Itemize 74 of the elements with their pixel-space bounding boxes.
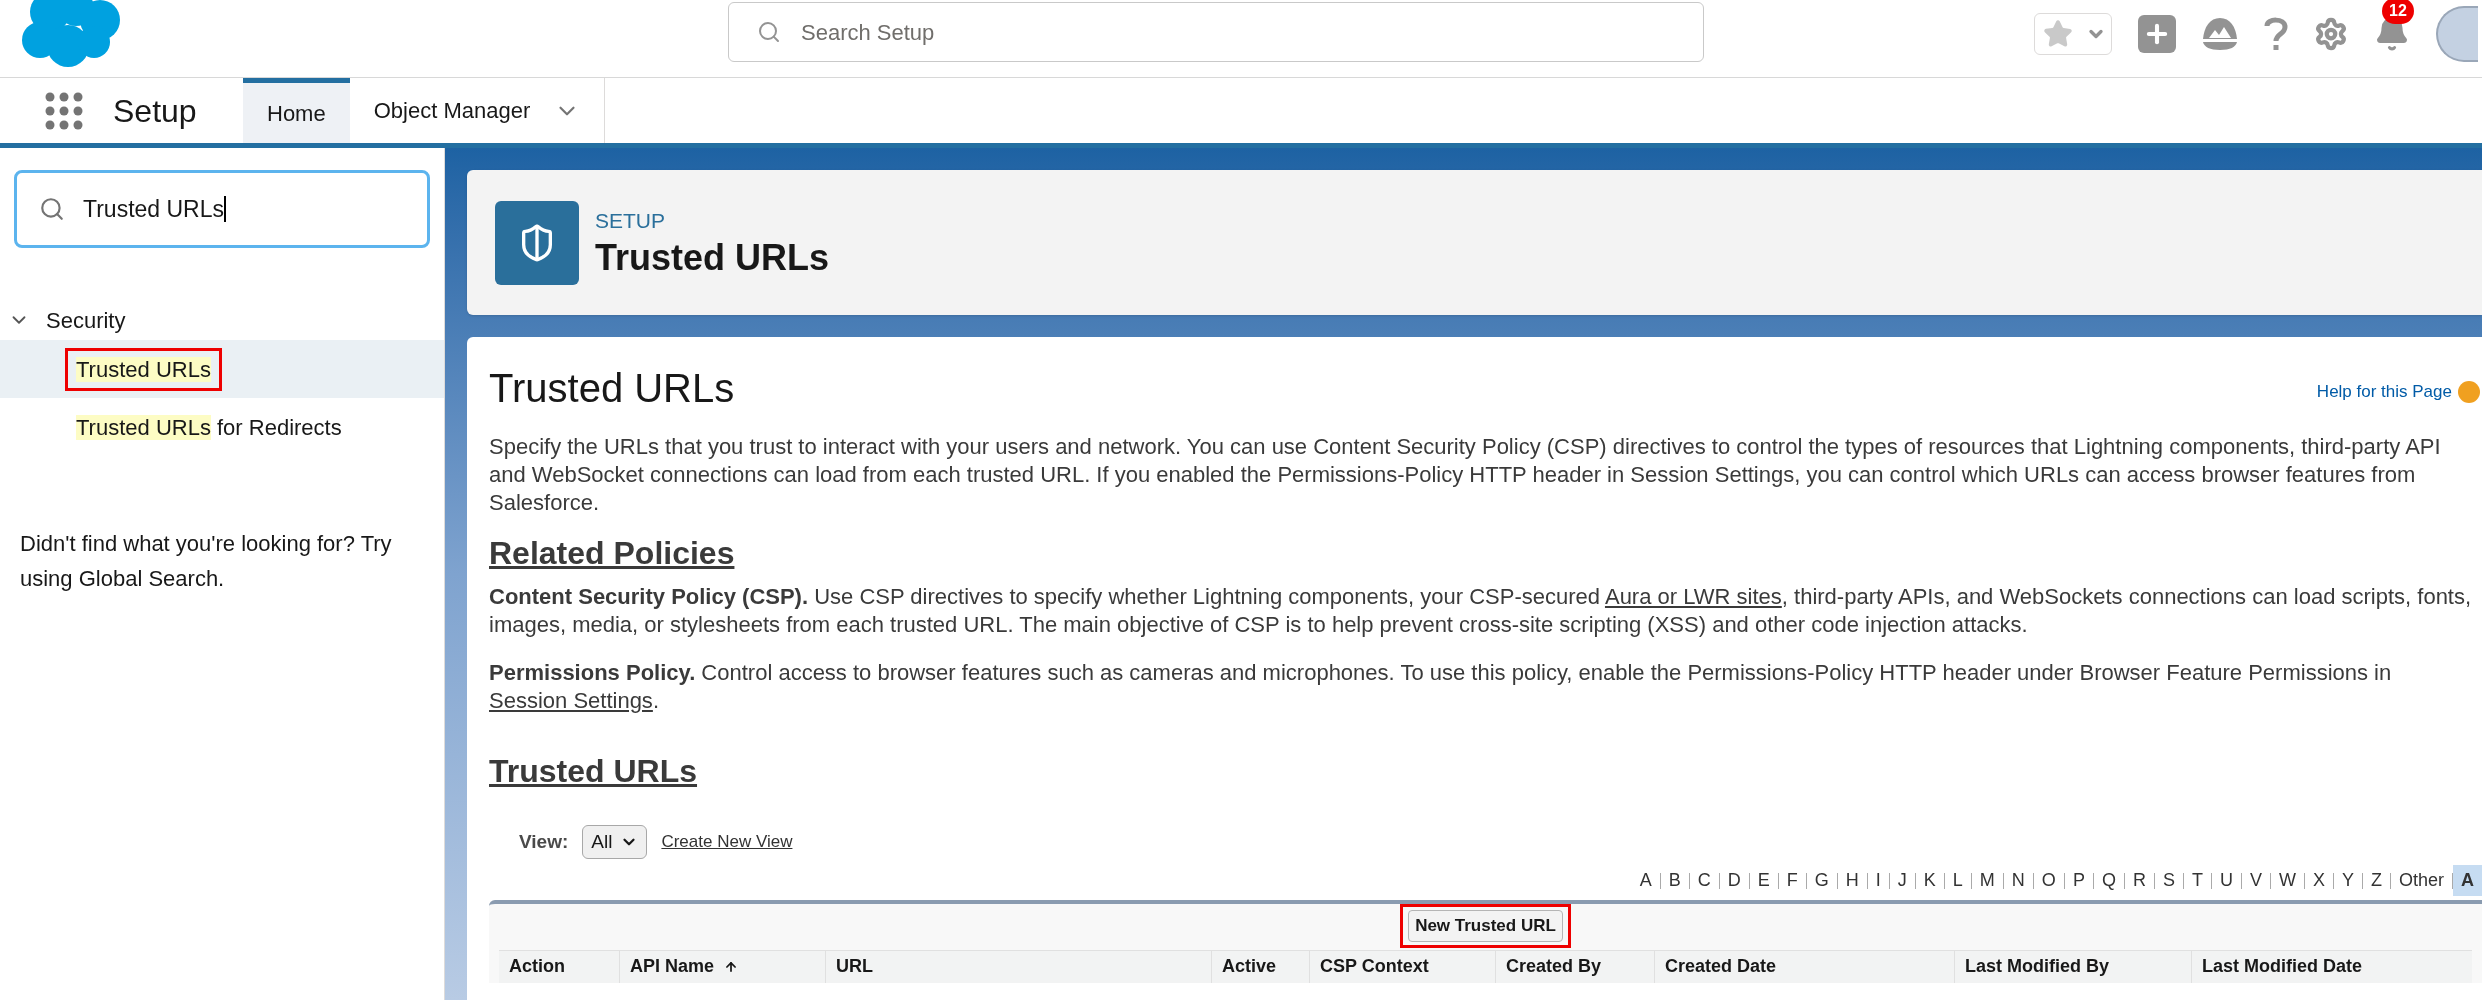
app-name: Setup: [113, 91, 197, 131]
letter-filter[interactable]: Y: [2333, 865, 2362, 896]
section-heading: Trusted URLs: [489, 752, 698, 791]
star-icon: [2043, 19, 2073, 49]
letter-filter[interactable]: E: [1749, 865, 1778, 896]
tree-item[interactable]: Trusted URLs for Redirects: [0, 398, 444, 456]
inline-link[interactable]: Session Settings: [489, 688, 653, 713]
app-launcher-icon[interactable]: [45, 91, 83, 130]
column-header[interactable]: API Name: [619, 950, 825, 983]
policy-paragraph: Content Security Policy (CSP). Use CSP directives to specify whether Lightning components, your CSP-secured Aura or LWR sites, third-party APIs, and WebSockets connections can load scripts, fonts, images, media, or stylesheets from each trusted URL. The main objective of CSP is to help prevent cross-site scripting (XSS) and other code injection attacks.: [489, 583, 2473, 639]
letter-filter[interactable]: A: [1631, 865, 1660, 896]
letter-filter[interactable]: P: [2064, 865, 2093, 896]
favorites-button[interactable]: [2034, 13, 2112, 55]
column-header[interactable]: Active: [1211, 950, 1309, 983]
view-label: View:: [519, 829, 569, 854]
letter-filter[interactable]: Z: [2362, 865, 2390, 896]
intro-paragraph: Specify the URLs that you trust to interact with your users and network. You can use Content Security Policy (CSP) directives to control the types of resources that Lightning components, third-party API and WebSocket connections can load from each trusted URL. If you enabled the Permissions-Policy HTTP header in Session Settings, you can control which URLs can access browser features from Salesforce.: [489, 433, 2442, 517]
letter-filter[interactable]: R: [2124, 865, 2154, 896]
letter-filter[interactable]: W: [2270, 865, 2304, 896]
letter-filter[interactable]: X: [2304, 865, 2333, 896]
letter-filter[interactable]: V: [2241, 865, 2270, 896]
letter-filter[interactable]: C: [1689, 865, 1719, 896]
letter-filter[interactable]: G: [1806, 865, 1837, 896]
policy-paragraph: Permissions Policy. Control access to browser features such as cameras and microphones. To use this policy, enable the Permissions-Policy HTTP header under Browser Feature Permissions in Session Settings.: [489, 659, 2393, 715]
letter-filter[interactable]: T: [2183, 865, 2211, 896]
page-title: Trusted URLs: [595, 236, 830, 281]
avatar[interactable]: [2436, 6, 2478, 62]
column-header[interactable]: CSP Context: [1309, 950, 1495, 983]
search-hint: Didn't find what you're looking for? Try using Global Search.: [19, 530, 393, 593]
letter-filter[interactable]: L: [1944, 865, 1971, 896]
letter-filter[interactable]: Q: [2093, 865, 2124, 896]
nav-tab[interactable]: Home: [243, 78, 350, 143]
search-icon: [39, 196, 65, 222]
quick-find-field[interactable]: Trusted URLs: [14, 170, 430, 248]
letter-filter[interactable]: D: [1719, 865, 1749, 896]
notification-badge: 12: [2382, 0, 2414, 24]
content-title: Trusted URLs: [489, 365, 735, 412]
inline-link[interactable]: Aura or LWR sites: [1604, 584, 1782, 609]
help-link[interactable]: Help for this Page: [2316, 379, 2452, 405]
letter-filter[interactable]: M: [1971, 865, 2003, 896]
help-icon[interactable]: [2458, 380, 2480, 403]
letter-filter[interactable]: I: [1867, 865, 1889, 896]
column-header[interactable]: Created By: [1495, 950, 1654, 983]
create-view-link[interactable]: Create New View: [661, 829, 793, 855]
letter-filter[interactable]: K: [1915, 865, 1944, 896]
letter-filter[interactable]: H: [1837, 865, 1867, 896]
plus-button[interactable]: [2138, 15, 2176, 53]
letter-filter[interactable]: N: [2003, 865, 2033, 896]
search-icon: [757, 20, 781, 44]
help-icon[interactable]: [2264, 16, 2288, 52]
column-header[interactable]: Created Date: [1654, 950, 1954, 983]
column-header[interactable]: Last Modified Date: [2191, 950, 2472, 983]
new-trusted-url-button[interactable]: New Trusted URL: [1408, 910, 1563, 942]
letter-filter[interactable]: S: [2154, 865, 2183, 896]
letter-filter[interactable]: J: [1889, 865, 1915, 896]
page-eyebrow: SETUP: [595, 207, 666, 234]
column-header[interactable]: URL: [825, 950, 1211, 983]
letter-filter[interactable]: U: [2211, 865, 2241, 896]
section-heading: Related Policies: [489, 534, 735, 573]
tree-item[interactable]: Trusted URLs: [0, 340, 444, 398]
letter-filter[interactable]: B: [1660, 865, 1689, 896]
shield-icon: [495, 200, 579, 285]
search-field[interactable]: Search Setup: [728, 2, 1704, 62]
letter-filter[interactable]: F: [1778, 865, 1806, 896]
letter-filter[interactable]: A: [2453, 865, 2482, 896]
view-select[interactable]: All: [582, 825, 648, 859]
mountain-icon[interactable]: [2202, 17, 2238, 51]
column-header[interactable]: Last Modified By: [1954, 950, 2191, 983]
settings-icon[interactable]: [2314, 17, 2348, 51]
tree-group[interactable]: Security: [0, 300, 444, 340]
nav-tab[interactable]: Object Manager: [349, 78, 606, 143]
letter-filter[interactable]: O: [2033, 865, 2064, 896]
letter-filter[interactable]: Other: [2390, 865, 2452, 896]
column-header[interactable]: Action: [499, 950, 619, 983]
